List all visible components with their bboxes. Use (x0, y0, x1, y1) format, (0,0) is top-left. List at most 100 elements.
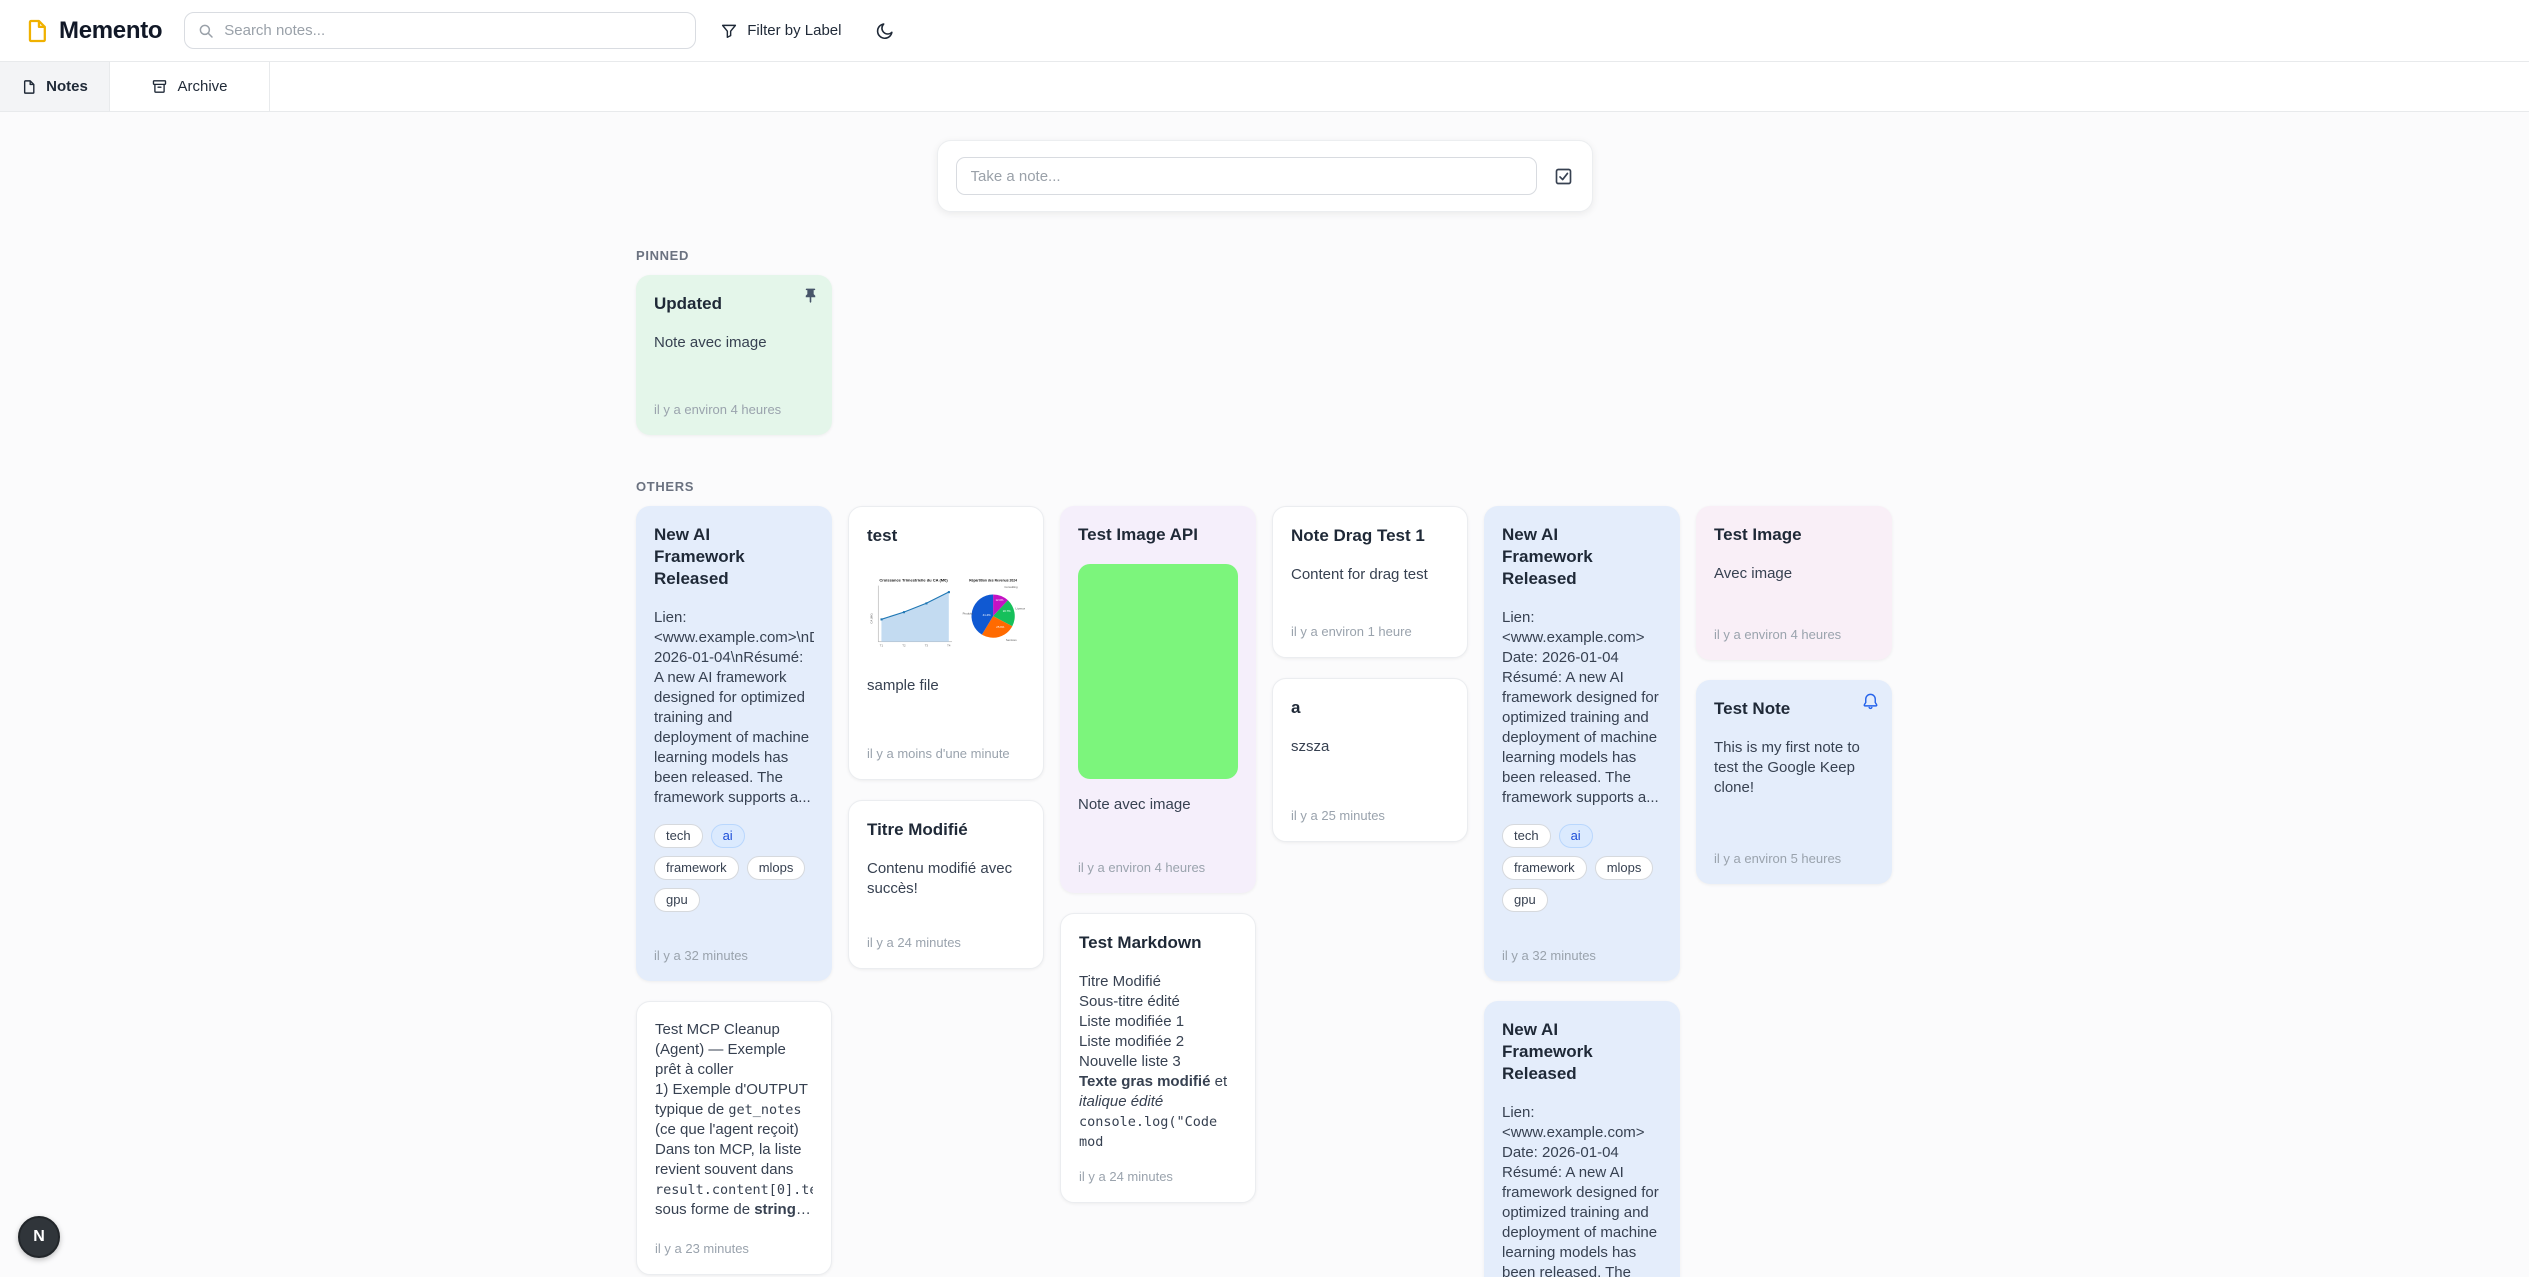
note-timestamp: il y a 25 minutes (1291, 808, 1449, 823)
grid-column-5: New AI Framework Released Lien: <www.exa… (1484, 506, 1680, 1277)
svg-text:Répartition des Revenus 2024: Répartition des Revenus 2024 (969, 579, 1017, 583)
note-file-icon (24, 18, 50, 44)
note-body: Contenu modifié avec succès! (867, 859, 1025, 899)
note-title: Updated (654, 293, 814, 315)
note-card-titre-modifie[interactable]: Titre Modifié Contenu modifié avec succè… (848, 800, 1044, 969)
svg-text:T2: T2 (902, 644, 906, 648)
filter-by-label-button[interactable]: Filter by Label (720, 22, 841, 40)
note-body: Note avec image (1078, 795, 1238, 815)
main-content: PINNED Updated Note avec image il y a en… (636, 140, 1893, 1277)
note-body: szsza (1291, 737, 1449, 757)
note-body: Lien: <www.example.com> Date: 2026-01-04… (1502, 608, 1662, 808)
note-card-note-drag-test-1[interactable]: Note Drag Test 1 Content for drag test i… (1272, 506, 1468, 658)
pin-icon (801, 287, 820, 306)
pin-button[interactable] (801, 287, 820, 309)
grid-column-2: test Croissance Trimestrielle du CA (M€) (848, 506, 1044, 969)
search-icon (197, 22, 215, 40)
note-title: Test Note (1714, 698, 1874, 720)
svg-text:Consulting: Consulting (1004, 585, 1018, 589)
note-timestamp: il y a 23 minutes (655, 1241, 813, 1256)
note-title: New AI Framework Released (1502, 1019, 1662, 1085)
note-attachments: Croissance Trimestrielle du CA (M€) T1 T… (867, 565, 1025, 660)
line-chart-thumbnail[interactable]: Croissance Trimestrielle du CA (M€) T1 T… (867, 565, 957, 660)
note-card-a[interactable]: a szsza il y a 25 minutes (1272, 678, 1468, 842)
moon-icon (875, 21, 895, 41)
note-card-test-image-api[interactable]: Test Image API Note avec image il y a en… (1060, 506, 1256, 893)
note-card-test-image[interactable]: Test Image Avec image il y a environ 4 h… (1696, 506, 1892, 660)
note-body: Content for drag test (1291, 565, 1449, 585)
user-avatar[interactable]: N (18, 1216, 60, 1258)
note-card-new-ai-framework-2[interactable]: New AI Framework Released Lien: <www.exa… (1484, 506, 1680, 981)
svg-text:Services: Services (1006, 638, 1017, 642)
inline-code: console.log("Code mod (1079, 1114, 1225, 1150)
note-composer (937, 140, 1593, 212)
tag-gpu[interactable]: gpu (1502, 888, 1548, 912)
archive-box-icon (151, 78, 168, 95)
note-body: Avec image (1714, 564, 1874, 584)
tag-mlops[interactable]: mlops (747, 856, 806, 880)
take-a-note-input[interactable] (956, 157, 1537, 195)
page: Memento Filter by Label (0, 0, 2529, 1277)
reminder-button[interactable] (1861, 692, 1880, 714)
svg-text:Produits: Produits (962, 612, 973, 616)
note-image-green[interactable] (1078, 564, 1238, 779)
svg-text:T4: T4 (947, 644, 951, 648)
checkbox-icon (1553, 166, 1574, 187)
note-body: This is my first note to test the Google… (1714, 738, 1874, 798)
theme-toggle-button[interactable] (875, 21, 895, 41)
svg-text:20.7%: 20.7% (1003, 609, 1011, 613)
others-section-label: OTHERS (636, 479, 1893, 494)
note-title: Titre Modifié (867, 819, 1025, 841)
tag-ai[interactable]: ai (711, 824, 745, 848)
pie-chart-thumbnail[interactable]: Répartition des Revenus 2024 41.4% 25.9%… (961, 565, 1025, 660)
app-title: Memento (59, 17, 162, 45)
note-timestamp: il y a moins d'une minute (867, 746, 1025, 761)
notes-grid: New AI Framework Released Lien: <www.exa… (636, 506, 1893, 1277)
tag-ai[interactable]: ai (1559, 824, 1593, 848)
grid-column-3: Test Image API Note avec image il y a en… (1060, 506, 1256, 1203)
tag-mlops[interactable]: mlops (1595, 856, 1654, 880)
tag-framework[interactable]: framework (1502, 856, 1587, 880)
note-card-new-ai-framework-3[interactable]: New AI Framework Released Lien: <www.exa… (1484, 1001, 1680, 1277)
svg-text:Licences: Licences (1015, 607, 1025, 611)
grid-column-1: New AI Framework Released Lien: <www.exa… (636, 506, 832, 1275)
tab-bar: Notes Archive (0, 62, 2529, 112)
note-card-test[interactable]: test Croissance Trimestrielle du CA (M€) (848, 506, 1044, 780)
note-card-test-markdown[interactable]: Test Markdown Titre Modifié Sous-titre é… (1060, 913, 1256, 1203)
note-timestamp: il y a 24 minutes (867, 935, 1025, 950)
header: Memento Filter by Label (0, 0, 2529, 62)
tag-tech[interactable]: tech (1502, 824, 1551, 848)
avatar-initial: N (33, 1228, 45, 1246)
note-title: a (1291, 697, 1449, 719)
app-logo: Memento (24, 17, 162, 45)
grid-column-4: Note Drag Test 1 Content for drag test i… (1272, 506, 1468, 842)
pinned-section-label: PINNED (636, 248, 1893, 263)
tab-archive[interactable]: Archive (110, 62, 270, 111)
note-body: sample file (867, 676, 1025, 696)
tag-list: tech ai framework mlops gpu (654, 824, 814, 912)
tag-tech[interactable]: tech (654, 824, 703, 848)
funnel-icon (720, 22, 738, 40)
note-timestamp: il y a environ 4 heures (1078, 860, 1238, 875)
tag-gpu[interactable]: gpu (654, 888, 700, 912)
svg-text:25.9%: 25.9% (996, 625, 1004, 629)
note-title: Test Image (1714, 524, 1874, 546)
notes-file-icon (21, 79, 37, 95)
grid-column-6: Test Image Avec image il y a environ 4 h… (1696, 506, 1892, 884)
search-input[interactable] (224, 22, 683, 39)
new-checklist-button[interactable] (1553, 166, 1574, 187)
note-card-test-note[interactable]: Test Note This is my first note to test … (1696, 680, 1892, 884)
note-card-test-mcp-cleanup[interactable]: Test MCP Cleanup (Agent) — Exemple prêt … (636, 1001, 832, 1275)
note-timestamp: il y a environ 5 heures (1714, 851, 1874, 866)
tag-framework[interactable]: framework (654, 856, 739, 880)
note-timestamp: il y a 32 minutes (654, 948, 814, 963)
note-body: Titre Modifié Sous-titre édité Liste mod… (1079, 972, 1237, 1152)
note-timestamp: il y a 32 minutes (1502, 948, 1662, 963)
note-card-updated[interactable]: Updated Note avec image il y a environ 4… (636, 275, 832, 435)
note-timestamp: il y a environ 4 heures (654, 402, 814, 417)
tab-archive-label: Archive (177, 78, 227, 95)
note-title: Test Image API (1078, 524, 1238, 546)
tab-notes[interactable]: Notes (0, 62, 110, 111)
note-card-new-ai-framework-1[interactable]: New AI Framework Released Lien: <www.exa… (636, 506, 832, 981)
note-timestamp: il y a 24 minutes (1079, 1169, 1237, 1184)
